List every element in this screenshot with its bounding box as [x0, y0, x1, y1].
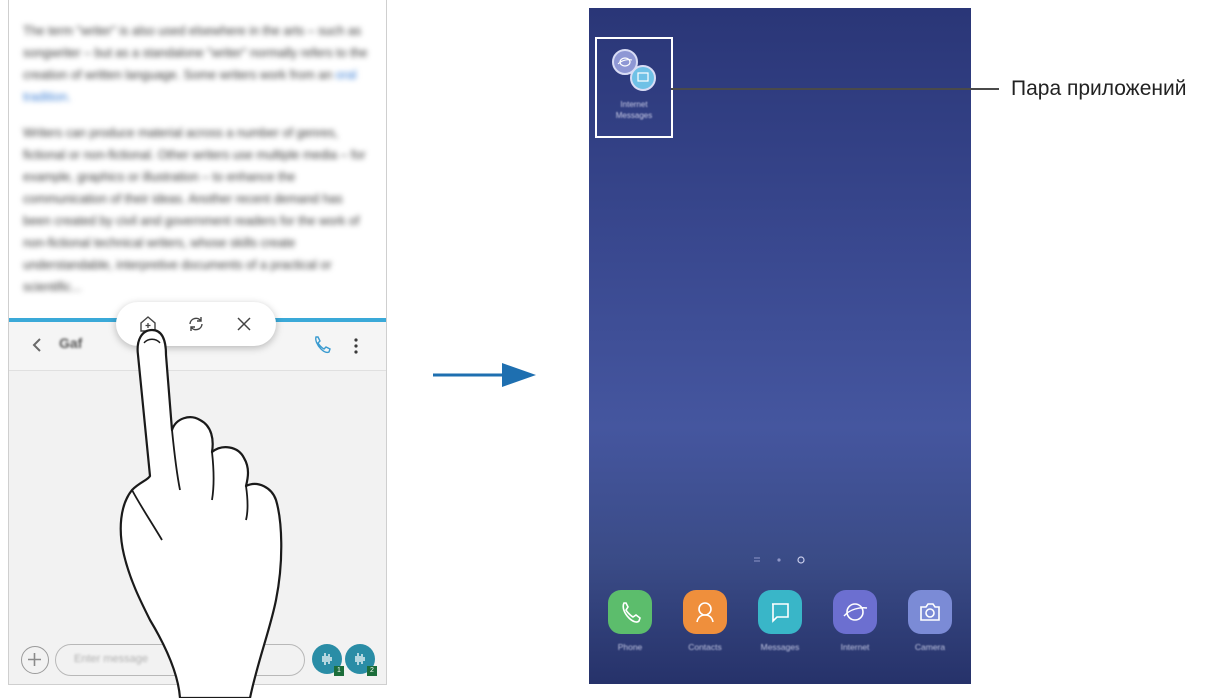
split-screen-phone: The term "writer" is also used elsewhere…: [8, 0, 387, 685]
dock-item-camera[interactable]: Camera: [900, 590, 960, 652]
contact-name: Gaf: [59, 335, 83, 351]
callout-label: Пара приложений: [1011, 77, 1187, 100]
dock-label: Internet: [840, 642, 870, 652]
camera-icon: [908, 590, 952, 634]
phone-icon: [608, 590, 652, 634]
article-paragraph-2: Writers can produce material across a nu…: [23, 126, 366, 294]
sim2-badge: 2: [367, 666, 377, 676]
home-screen-phone: Internet Messages Phone Contacts Messages: [589, 8, 971, 684]
message-input[interactable]: Enter message: [55, 644, 305, 676]
add-app-pair-button[interactable]: [130, 302, 166, 346]
internet-icon: [833, 590, 877, 634]
contacts-icon: [683, 590, 727, 634]
messages-icon: [758, 590, 802, 634]
callout-leader-line: [671, 88, 999, 90]
transition-arrow-icon: [433, 363, 536, 387]
send-sim1-button[interactable]: 1: [312, 644, 344, 676]
sim1-badge: 1: [334, 666, 344, 676]
article-pane[interactable]: The term "writer" is also used elsewhere…: [9, 0, 386, 318]
call-icon[interactable]: [311, 334, 333, 356]
dock-item-messages[interactable]: Messages: [750, 590, 810, 652]
swap-windows-button[interactable]: [178, 302, 214, 346]
dock-label: Messages: [760, 642, 800, 652]
app-pair-label: Internet Messages: [615, 100, 653, 120]
page-indicator: [754, 556, 805, 564]
message-input-row: Enter message 1 2: [9, 638, 386, 684]
send-sim2-button[interactable]: 2: [345, 644, 377, 676]
article-paragraph-1: The term "writer" is also used elsewhere…: [23, 24, 368, 104]
back-icon[interactable]: [27, 334, 49, 356]
dock-label: Contacts: [688, 642, 722, 652]
close-split-button[interactable]: [226, 302, 262, 346]
swap-icon: [189, 317, 203, 331]
split-screen-popup: [116, 302, 276, 346]
home-plus-icon: [140, 316, 156, 332]
app-pair-shortcut[interactable]: Internet Messages: [597, 39, 671, 136]
app-dock: Phone Contacts Messages Internet Camera: [589, 590, 971, 670]
dock-label: Phone: [617, 642, 643, 652]
dock-item-internet[interactable]: Internet: [825, 590, 885, 652]
dock-item-contacts[interactable]: Contacts: [675, 590, 735, 652]
dock-item-phone[interactable]: Phone: [600, 590, 660, 652]
dock-label: Camera: [914, 642, 946, 652]
attach-button[interactable]: [21, 646, 49, 674]
close-icon: [237, 317, 251, 331]
messages-icon: [630, 65, 656, 91]
plus-icon: [28, 653, 41, 666]
more-options-icon[interactable]: [349, 335, 363, 357]
